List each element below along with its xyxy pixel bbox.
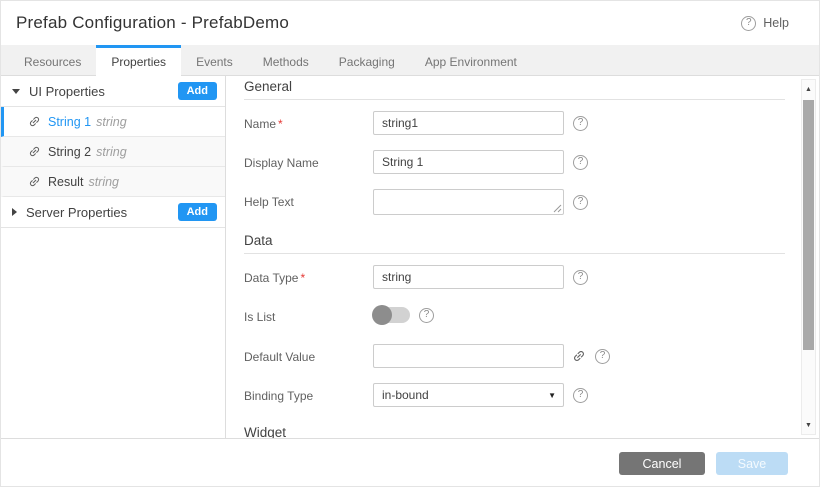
dialog-footer: Cancel Save xyxy=(1,438,819,487)
name-field[interactable] xyxy=(373,111,564,135)
data-type-field[interactable] xyxy=(373,265,564,289)
property-name: String 2 xyxy=(48,145,91,159)
bind-link-icon[interactable] xyxy=(569,346,589,366)
form-row-is-list: Is List ? xyxy=(244,304,785,326)
field-label: Help Text xyxy=(244,189,373,209)
property-name: Result xyxy=(48,175,83,189)
form-scrollbar[interactable]: ▲ ▼ xyxy=(801,79,816,435)
page-title: Prefab Configuration - PrefabDemo xyxy=(16,13,289,33)
tab-packaging[interactable]: Packaging xyxy=(324,45,410,75)
form-row-binding-type: Binding Type in-bound ▼ ? xyxy=(244,383,785,407)
help-icon[interactable]: ? xyxy=(573,116,588,131)
form-row-data-type: Data Type* ? xyxy=(244,265,785,289)
dialog-body: UI Properties Add String 1 string String… xyxy=(1,76,819,438)
tab-bar: Resources Properties Events Methods Pack… xyxy=(1,45,819,76)
caret-down-icon xyxy=(12,89,20,94)
property-type: string xyxy=(96,145,127,159)
required-marker: * xyxy=(300,271,305,285)
property-type: string xyxy=(96,115,127,129)
property-form: General Name* ? Display Name ? xyxy=(244,76,785,438)
binding-type-select[interactable]: in-bound ▼ xyxy=(373,383,564,407)
help-icon[interactable]: ? xyxy=(573,155,588,170)
sidebar-group-ui-properties[interactable]: UI Properties Add xyxy=(1,76,225,107)
link-icon xyxy=(25,172,43,190)
section-title-data: Data xyxy=(244,230,785,254)
display-name-field[interactable] xyxy=(373,150,564,174)
field-label: Data Type* xyxy=(244,265,373,285)
group-label: Server Properties xyxy=(26,205,127,220)
field-label: Binding Type xyxy=(244,383,373,403)
sidebar-item-result[interactable]: Result string xyxy=(1,167,225,197)
help-icon[interactable]: ? xyxy=(573,195,588,210)
help-text-field[interactable] xyxy=(373,189,564,215)
required-marker: * xyxy=(278,117,283,131)
tab-resources[interactable]: Resources xyxy=(9,45,96,75)
help-icon[interactable]: ? xyxy=(573,270,588,285)
help-icon[interactable]: ? xyxy=(573,388,588,403)
caret-right-icon xyxy=(12,208,17,216)
help-icon[interactable]: ? xyxy=(419,308,434,323)
group-label: UI Properties xyxy=(29,84,105,99)
default-value-field[interactable] xyxy=(373,344,564,368)
link-icon xyxy=(25,142,43,160)
section-title-general: General xyxy=(244,76,785,100)
select-value: in-bound xyxy=(382,388,429,402)
scroll-down-button[interactable]: ▼ xyxy=(802,418,815,432)
field-label: Display Name xyxy=(244,150,373,170)
form-row-name: Name* ? xyxy=(244,111,785,135)
help-circle-icon: ? xyxy=(741,16,756,31)
save-button[interactable]: Save xyxy=(716,452,788,475)
field-label: Default Value xyxy=(244,344,373,364)
toggle-knob xyxy=(372,305,392,325)
property-form-panel: General Name* ? Display Name ? xyxy=(226,76,819,438)
dialog-header: Prefab Configuration - PrefabDemo ? Help xyxy=(1,1,819,45)
section-title-widget: Widget xyxy=(244,422,785,438)
sidebar-group-server-properties[interactable]: Server Properties Add xyxy=(1,197,225,228)
tab-properties[interactable]: Properties xyxy=(96,45,181,76)
link-icon xyxy=(25,112,43,130)
field-label: Name* xyxy=(244,111,373,131)
prefab-configuration-dialog: Prefab Configuration - PrefabDemo ? Help… xyxy=(0,0,820,487)
sidebar-item-string-2[interactable]: String 2 string xyxy=(1,137,225,167)
properties-sidebar: UI Properties Add String 1 string String… xyxy=(1,76,226,438)
scrollbar-thumb[interactable] xyxy=(803,100,814,350)
property-name: String 1 xyxy=(48,115,91,129)
tab-app-environment[interactable]: App Environment xyxy=(410,45,532,75)
help-label: Help xyxy=(763,16,789,30)
help-link[interactable]: ? Help xyxy=(741,16,789,31)
property-type: string xyxy=(88,175,119,189)
help-icon[interactable]: ? xyxy=(595,349,610,364)
form-row-help-text: Help Text ? xyxy=(244,189,785,215)
form-row-display-name: Display Name ? xyxy=(244,150,785,174)
cancel-button[interactable]: Cancel xyxy=(619,452,705,475)
field-label: Is List xyxy=(244,304,373,324)
form-row-default-value: Default Value ? xyxy=(244,344,785,368)
tab-methods[interactable]: Methods xyxy=(248,45,324,75)
tab-events[interactable]: Events xyxy=(181,45,248,75)
add-server-property-button[interactable]: Add xyxy=(178,203,217,221)
is-list-toggle[interactable] xyxy=(373,307,410,323)
select-arrow-icon: ▼ xyxy=(548,391,556,400)
add-ui-property-button[interactable]: Add xyxy=(178,82,217,100)
scroll-up-button[interactable]: ▲ xyxy=(802,82,815,96)
sidebar-item-string-1[interactable]: String 1 string xyxy=(1,107,225,137)
